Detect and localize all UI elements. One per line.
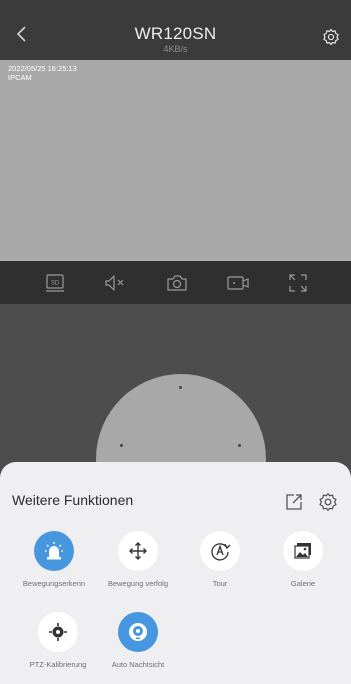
feature-label: Bewegung verfolg	[107, 579, 169, 588]
player-toolbar: SD	[0, 261, 351, 304]
osd-camera-label: IPCAM	[8, 73, 32, 82]
joystick-up-dot	[179, 386, 182, 389]
record-video-icon[interactable]	[226, 271, 250, 295]
feature-label: PTZ-Kalibrierung	[29, 660, 87, 669]
top-bar: WR120SN 4KB/s	[0, 0, 351, 60]
sd-badge-text: SD	[51, 281, 60, 287]
joystick-right-dot	[238, 444, 241, 447]
gallery-icon	[283, 531, 323, 571]
feature-motion-detection[interactable]: Bewegungserkenn	[14, 531, 94, 588]
tour-icon	[200, 531, 240, 571]
feature-motion-tracking[interactable]: Bewegung verfolg	[98, 531, 178, 588]
move-arrows-icon	[118, 531, 158, 571]
feature-tour[interactable]: Tour	[180, 531, 260, 588]
settings-gear-icon[interactable]	[322, 28, 340, 46]
sd-quality-icon[interactable]: SD	[43, 271, 67, 295]
more-functions-sheet: Weitere Funktionen Bewegungserkenn Beweg…	[0, 462, 351, 684]
siren-icon	[34, 531, 74, 571]
open-external-icon[interactable]	[284, 492, 304, 512]
night-vision-icon	[118, 612, 158, 652]
sheet-settings-gear-icon[interactable]	[318, 492, 338, 512]
feature-label: Bewegungserkenn	[22, 579, 86, 588]
feature-auto-night-vision[interactable]: Auto Nachtsicht	[98, 612, 178, 669]
joystick-left-dot	[120, 444, 123, 447]
snapshot-camera-icon[interactable]	[165, 271, 189, 295]
device-title: WR120SN	[134, 24, 217, 43]
fullscreen-icon[interactable]	[286, 271, 310, 295]
live-video-view[interactable]: 2022/05/25 16:25:13 IPCAM	[0, 60, 351, 261]
mute-speaker-icon[interactable]	[104, 271, 128, 295]
sheet-title: Weitere Funktionen	[12, 492, 134, 508]
feature-label: Galerie	[290, 579, 316, 588]
feature-label: Tour	[212, 579, 228, 588]
feature-ptz-calibration[interactable]: PTZ-Kalibrierung	[18, 612, 98, 669]
osd-timestamp: 2022/05/25 16:25:13	[8, 64, 77, 73]
calibration-icon	[38, 612, 78, 652]
feature-label: Auto Nachtsicht	[111, 660, 165, 669]
feature-gallery[interactable]: Galerie	[263, 531, 343, 588]
bitrate-readout: 4KB/s	[163, 44, 188, 54]
